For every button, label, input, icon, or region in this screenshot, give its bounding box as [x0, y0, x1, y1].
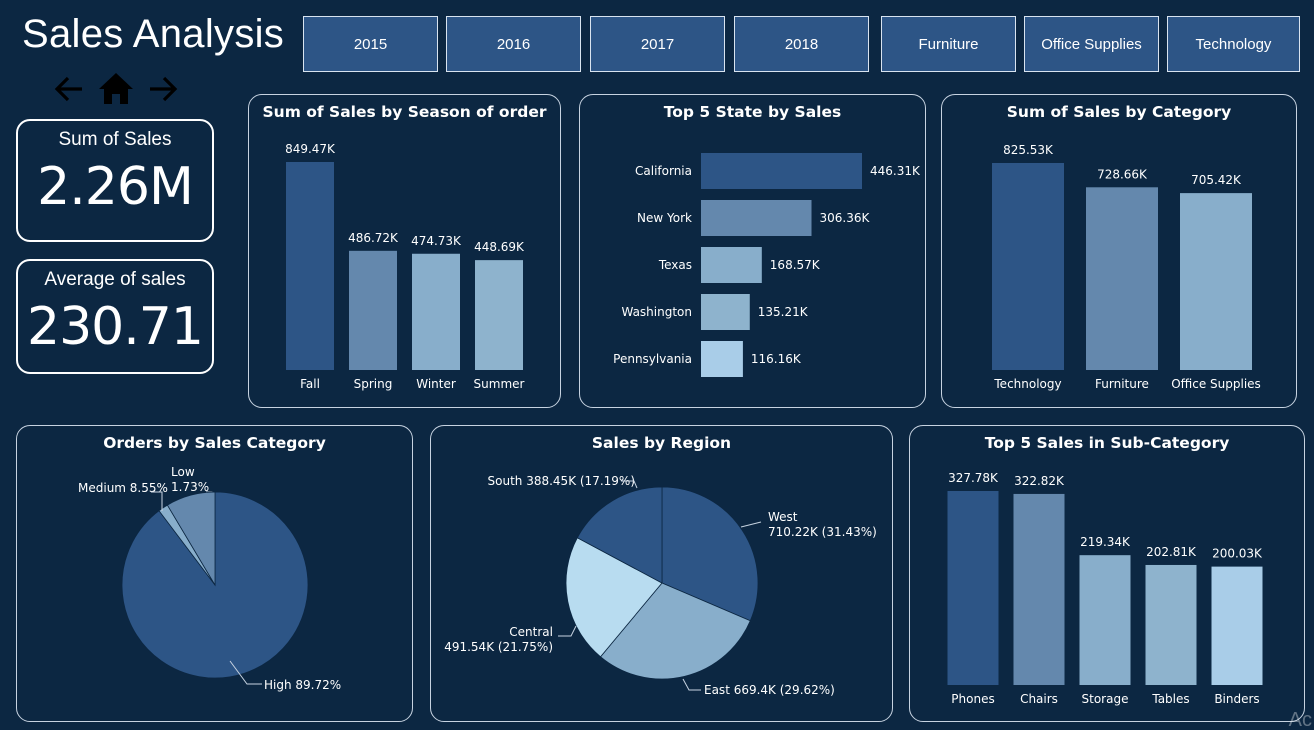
- state-chart-svg: 446.31K California 306.36K New York 168.57K T…: [613, 153, 921, 377]
- region-chart-svg: West 710.22K (31.43%) East 669.4K (29.62%)…: [444, 474, 877, 697]
- bar: [1145, 564, 1197, 685]
- slice-label: High 89.72%: [264, 678, 341, 692]
- category-label: Fall: [300, 377, 320, 391]
- category-label: Binders: [1214, 692, 1259, 706]
- page-title: Sales Analysis: [22, 12, 285, 56]
- sum-of-sales-card: Sum of Sales 2.26M: [16, 119, 214, 242]
- category-label: Phones: [951, 692, 994, 706]
- data-label: 474.73K: [411, 234, 462, 248]
- slice-label: Medium 8.55%: [78, 481, 168, 495]
- kpi-value: 2.26M: [37, 157, 194, 217]
- technology-button[interactable]: Technology: [1167, 16, 1300, 72]
- data-label: 219.34K: [1080, 535, 1131, 549]
- bar: [475, 260, 523, 370]
- bar: [286, 162, 334, 370]
- bar: [701, 200, 812, 236]
- bar: [1180, 193, 1252, 370]
- category-label: Furniture: [1095, 377, 1149, 391]
- category-label: Texas: [658, 258, 692, 272]
- season-sales-chart: Sum of Sales by Season of order 849.47K F…: [248, 94, 561, 408]
- data-label: 705.42K: [1191, 173, 1242, 187]
- average-of-sales-card: Average of sales 230.71: [16, 259, 214, 374]
- data-label: 202.81K: [1146, 545, 1197, 559]
- slice-label: South 388.45K (17.19%): [488, 474, 635, 488]
- data-label: 322.82K: [1014, 474, 1065, 488]
- category-label: Winter: [416, 377, 456, 391]
- bar: [701, 153, 862, 189]
- data-label: 306.36K: [820, 211, 871, 225]
- page-navigation: [52, 70, 182, 108]
- data-label: 728.66K: [1097, 167, 1148, 181]
- category-label: Office Supplies: [1171, 377, 1261, 391]
- bar: [701, 247, 762, 283]
- data-label: 849.47K: [285, 142, 336, 156]
- bar: [992, 163, 1064, 370]
- slice-label: Low 1.73%: [171, 465, 209, 494]
- kpi-label: Average of sales: [44, 269, 186, 290]
- category-sales-chart: Sum of Sales by Category 825.53K Technolo…: [941, 94, 1297, 408]
- region-pie-chart: Sales by Region West 710.22K (31.43%) East…: [430, 425, 893, 722]
- subcategory-sales-chart: Top 5 Sales in Sub-Category 327.78K Phone…: [909, 425, 1305, 722]
- year-2017-button[interactable]: 2017: [590, 16, 725, 72]
- data-label: 168.57K: [770, 258, 821, 272]
- state-sales-chart: Top 5 State by Sales 446.31K California 30…: [579, 94, 926, 408]
- category-label: Chairs: [1020, 692, 1058, 706]
- orders-chart-svg: High 89.72% Low 1.73%Medium 8.55%: [78, 465, 341, 692]
- category-chart-svg: 825.53K Technology 728.66K Furniture 705.42K…: [992, 143, 1261, 391]
- data-label: 448.69K: [474, 240, 525, 254]
- slice-label: Central 491.54K (21.75%): [444, 625, 553, 654]
- year-2018-button[interactable]: 2018: [734, 16, 869, 72]
- bar: [1079, 555, 1131, 685]
- bar: [1013, 493, 1065, 685]
- category-label: Pennsylvania: [613, 352, 692, 366]
- category-label: Summer: [474, 377, 525, 391]
- category-label: New York: [637, 211, 692, 225]
- office-supplies-button[interactable]: Office Supplies: [1024, 16, 1159, 72]
- year-2016-button[interactable]: 2016: [446, 16, 581, 72]
- furniture-button[interactable]: Furniture: [881, 16, 1016, 72]
- category-label: California: [635, 164, 692, 178]
- forward-arrow-icon[interactable]: [146, 70, 180, 108]
- kpi-label: Sum of Sales: [58, 129, 172, 150]
- home-icon[interactable]: [96, 70, 136, 108]
- bar: [701, 294, 750, 330]
- leader-line: [682, 678, 701, 691]
- bar: [349, 250, 397, 370]
- data-label: 116.16K: [751, 352, 802, 366]
- category-label: Technology: [993, 377, 1061, 391]
- bar: [947, 491, 999, 685]
- year-2015-button[interactable]: 2015: [303, 16, 438, 72]
- leader-line: [558, 625, 577, 637]
- leader-line: [740, 521, 762, 528]
- data-label: 200.03K: [1212, 547, 1263, 561]
- data-label: 446.31K: [870, 164, 921, 178]
- bar: [1211, 566, 1263, 685]
- bar: [701, 341, 743, 377]
- data-label: 135.21K: [758, 305, 809, 319]
- category-label: Spring: [354, 377, 393, 391]
- subcategory-chart-svg: 327.78K Phones 322.82K Chairs 219.34K Storage…: [947, 471, 1263, 706]
- category-label: Tables: [1151, 692, 1189, 706]
- slice-label: West 710.22K (31.43%): [768, 510, 877, 539]
- orders-pie-chart: Orders by Sales Category High 89.72% Low 1…: [16, 425, 413, 722]
- back-arrow-icon[interactable]: [52, 70, 86, 108]
- data-label: 486.72K: [348, 231, 399, 245]
- category-label: Washington: [621, 305, 692, 319]
- kpi-value: 230.71: [27, 297, 204, 357]
- slice-label: East 669.4K (29.62%): [704, 683, 835, 697]
- data-label: 825.53K: [1003, 143, 1054, 157]
- bar: [412, 253, 460, 370]
- bar: [1086, 187, 1158, 370]
- watermark-text: Ac: [1288, 709, 1312, 730]
- season-chart-svg: 849.47K Fall 486.72K Spring 474.73K Winter 448…: [285, 142, 525, 391]
- data-label: 327.78K: [948, 471, 999, 485]
- category-label: Storage: [1082, 692, 1129, 706]
